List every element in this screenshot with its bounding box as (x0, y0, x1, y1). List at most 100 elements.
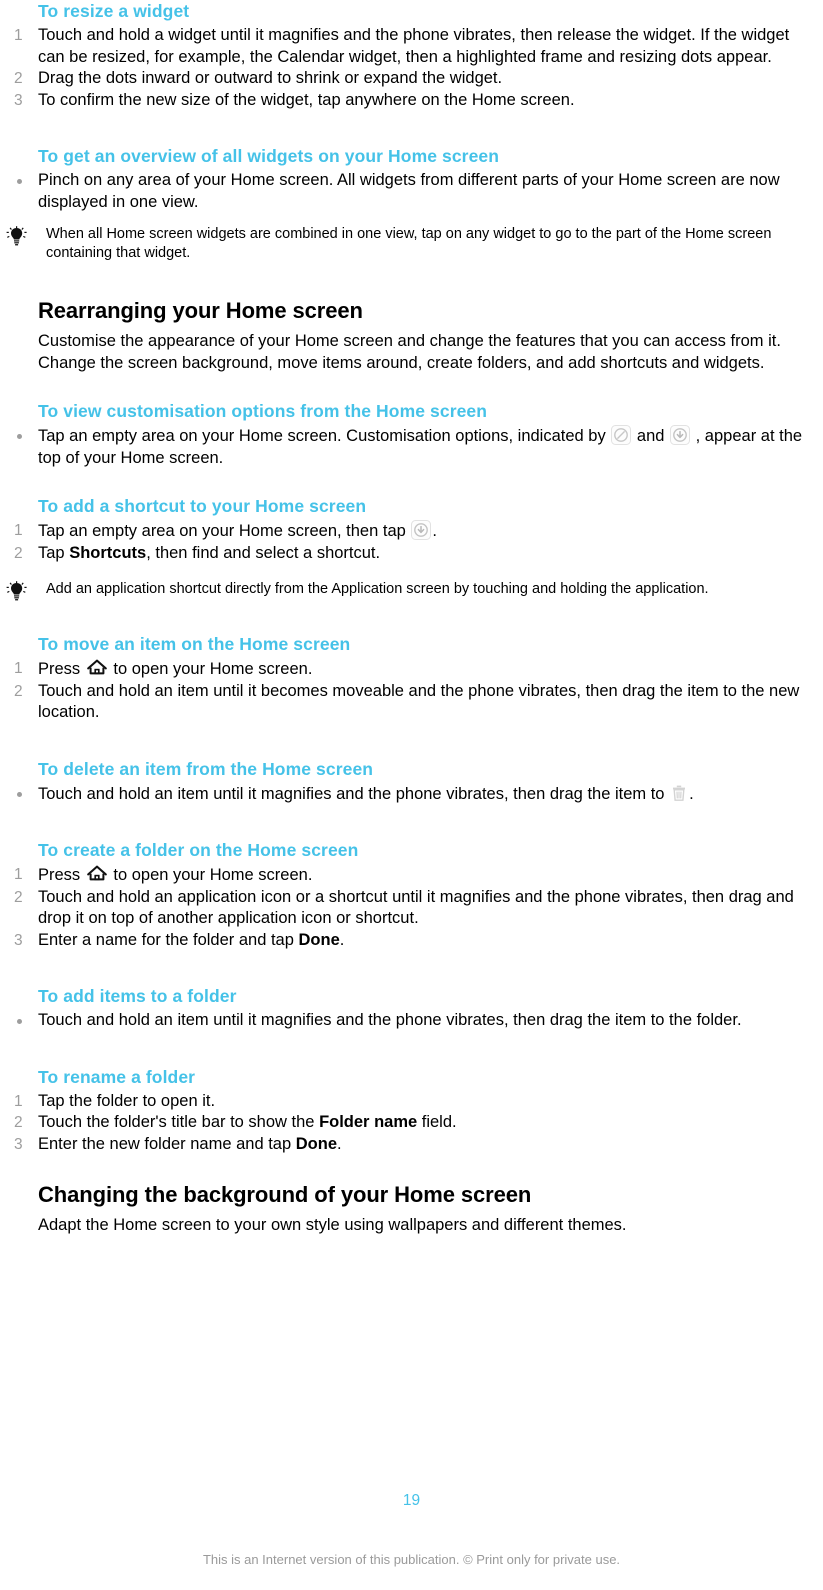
home-icon (86, 864, 108, 884)
list-item-text-suffix: . (337, 1134, 342, 1153)
section-heading-rename-folder: To rename a folder (38, 1066, 196, 1087)
section-heading-delete-item: To delete an item from the Home screen (38, 758, 374, 779)
list-item: 1 Tap the folder to open it. (0, 1091, 811, 1113)
add-circle-icon (411, 520, 432, 540)
section-heading-view-customisation: To view customisation options from the H… (38, 401, 488, 421)
home-icon (86, 658, 108, 678)
manual-page: To resize a widget 1 Touch and hold a wi… (0, 0, 823, 1590)
section-heading-overview-widgets: To get an overview of all widgets on you… (38, 146, 500, 166)
procedure-list-overview-widgets: Pinch on any area of your Home screen. A… (0, 170, 811, 213)
bullet-icon (17, 1019, 22, 1024)
list-marker: 2 (14, 1114, 23, 1131)
bullet-icon (17, 434, 22, 439)
lightbulb-icon (4, 226, 30, 248)
section-heading-resize-widget: To resize a widget (38, 1, 190, 21)
list-item: 2 Touch and hold an application icon or … (0, 887, 811, 930)
section-heading-changing-background: Changing the background of your Home scr… (38, 1182, 532, 1207)
list-marker: 3 (14, 1135, 23, 1153)
procedure-list-view-customisation: Tap an empty area on your Home screen. C… (0, 425, 811, 469)
list-item: 1 Tap an empty area on your Home screen,… (0, 520, 811, 543)
list-item-text-suffix: . (339, 930, 345, 949)
list-item: 1 Press to open your Home screen. (0, 658, 811, 681)
list-item: 3 Enter a name for the folder and tap Do… (0, 930, 811, 952)
ui-term-done: Done (298, 930, 340, 949)
list-marker: 2 (14, 544, 23, 562)
list-marker: 1 (14, 660, 23, 677)
list-item-text: Tap an empty area on your Home screen, t… (38, 522, 406, 540)
ui-term-folder-name: Folder name (319, 1113, 418, 1131)
list-item-text: Press (38, 660, 81, 678)
list-item-text: Press (38, 866, 81, 884)
list-item-text: Touch and hold an item until it becomes … (38, 681, 800, 722)
list-marker: 2 (14, 888, 23, 906)
trash-bin-icon (670, 783, 688, 803)
list-item: 2 Drag the dots inward or outward to shr… (0, 68, 811, 90)
list-item-text-suffix: field. (417, 1113, 457, 1131)
list-item-text: Pinch on any area of your Home screen. A… (38, 171, 780, 211)
copyright-footer: This is an Internet version of this publ… (202, 1552, 621, 1567)
list-item-text-suffix: . (689, 784, 694, 803)
list-item-text: Touch and hold an item until it magnifie… (38, 784, 665, 803)
procedure-list-delete-item: Touch and hold an item until it magnifie… (0, 783, 811, 806)
section-heading-move-item: To move an item on the Home screen (38, 634, 351, 654)
list-item: 1 Press to open your Home screen. (0, 864, 811, 887)
procedure-list-move-item: 1 Press to open your Home screen. 2 Touc… (0, 658, 811, 724)
list-item-text: Touch and hold a widget until it magnifi… (38, 26, 790, 66)
procedure-list-create-folder: 1 Press to open your Home screen. 2 Touc… (0, 864, 811, 951)
list-item: 2 Touch and hold an item until it become… (0, 681, 811, 724)
list-item-text: To confirm the new size of the widget, t… (38, 90, 575, 109)
procedure-list-add-items-folder: Touch and hold an item until it magnifie… (0, 1010, 811, 1032)
tip-text: When all Home screen widgets are combine… (46, 226, 772, 261)
tip-callout-overview-widgets: When all Home screen widgets are combine… (0, 225, 811, 263)
add-circle-icon (670, 425, 691, 445)
list-item: Touch and hold an item until it magnifie… (0, 783, 811, 806)
list-item-text-middle: and (636, 427, 665, 445)
list-item-text: Touch the folder's title bar to show the (38, 1113, 320, 1131)
lightbulb-icon (4, 581, 30, 603)
list-marker: 2 (14, 70, 23, 87)
list-item-text: Drag the dots inward or outward to shrin… (38, 69, 503, 87)
procedure-list-resize-widget: 1 Touch and hold a widget until it magni… (0, 25, 811, 111)
list-item-text-suffix: to open your Home screen. (113, 660, 313, 678)
list-item-text-suffix: to open your Home screen. (113, 866, 313, 884)
section-heading-add-items-folder: To add items to a folder (38, 986, 237, 1006)
list-marker: 2 (14, 682, 23, 700)
procedure-list-add-shortcut: 1 Tap an empty area on your Home screen,… (0, 520, 811, 564)
list-item: 1 Touch and hold a widget until it magni… (0, 25, 811, 68)
list-item-text-suffix: . (432, 522, 437, 540)
list-item: 2 Tap Shortcuts, then find and select a … (0, 543, 811, 565)
list-item-text-suffix: , then find and select a shortcut. (146, 543, 381, 562)
list-item-text: Tap the folder to open it. (38, 1091, 216, 1110)
page-number: 19 (402, 1492, 421, 1509)
list-marker: 1 (14, 27, 23, 44)
list-item-text: Tap an empty area on your Home screen. C… (38, 427, 606, 445)
list-item: 3 To confirm the new size of the widget,… (0, 90, 811, 112)
section-heading-create-folder: To create a folder on the Home screen (38, 840, 359, 860)
section-heading-add-shortcut: To add a shortcut to your Home screen (38, 496, 367, 516)
list-item-text: Touch and hold an item until it magnifie… (38, 1011, 742, 1029)
bullet-icon (17, 179, 22, 184)
tip-text: Add an application shortcut directly fro… (46, 581, 709, 597)
theme-circle-slash-icon (611, 425, 632, 445)
bullet-icon (17, 791, 22, 797)
ui-term-done: Done (295, 1134, 337, 1153)
list-marker: 1 (14, 522, 23, 539)
list-marker: 3 (14, 91, 23, 109)
ui-term-shortcuts: Shortcuts (69, 543, 147, 562)
list-marker: 3 (14, 931, 23, 949)
list-item: Tap an empty area on your Home screen. C… (0, 425, 811, 469)
list-item: 3 Enter the new folder name and tap Done… (0, 1134, 811, 1156)
section-heading-rearranging: Rearranging your Home screen (38, 298, 363, 323)
list-marker: 1 (14, 866, 23, 883)
list-marker: 1 (14, 1092, 23, 1110)
list-item-text: Enter the new folder name and tap (38, 1134, 296, 1153)
section-paragraph-rearranging: Customise the appearance of your Home sc… (38, 332, 781, 372)
list-item-text: Tap (38, 543, 70, 562)
tip-callout-add-shortcut: Add an application shortcut directly fro… (0, 580, 811, 601)
list-item: Pinch on any area of your Home screen. A… (0, 170, 811, 213)
list-item: 2 Touch the folder's title bar to show t… (0, 1112, 811, 1134)
list-item-text: Touch and hold an application icon or a … (38, 887, 794, 928)
list-item: Touch and hold an item until it magnifie… (0, 1010, 811, 1032)
list-item-text: Enter a name for the folder and tap (38, 930, 299, 949)
section-paragraph-changing-background: Adapt the Home screen to your own style … (38, 1216, 627, 1234)
